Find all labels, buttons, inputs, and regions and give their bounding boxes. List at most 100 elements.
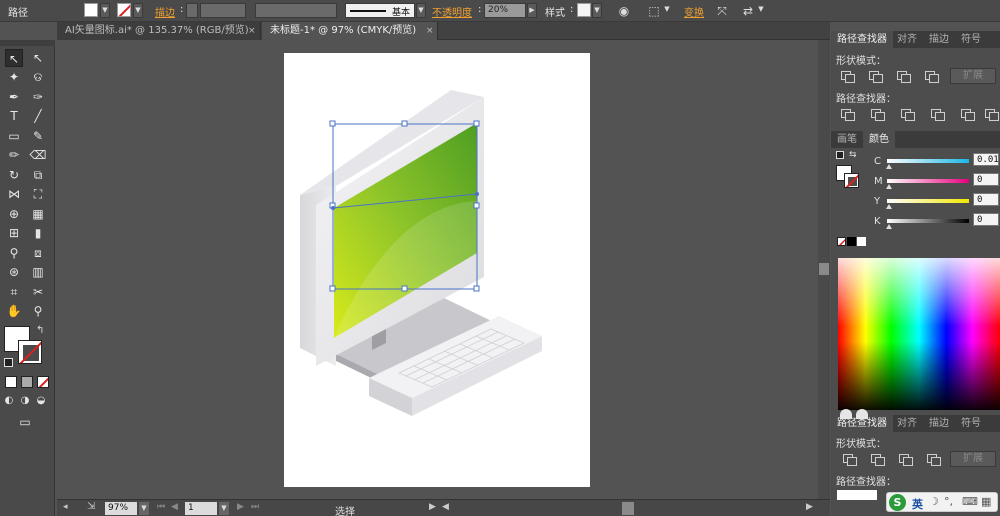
type-tool-icon[interactable]: T: [5, 107, 23, 125]
intersect-button-icon[interactable]: [895, 69, 911, 83]
opacity-label-link[interactable]: 不透明度: [432, 4, 472, 19]
swap-icon[interactable]: ⇆: [849, 150, 857, 160]
stroke-label-link[interactable]: 描边: [155, 4, 175, 19]
rotate-tool-icon[interactable]: ↻: [5, 166, 23, 184]
channel-y-thumb[interactable]: [886, 204, 892, 209]
zoom-tool-icon[interactable]: ⚲: [29, 302, 47, 320]
recolor-artwork-icon[interactable]: ◉: [616, 3, 632, 19]
ime-language-label[interactable]: 英: [912, 496, 923, 512]
artboard-dropdown-icon[interactable]: ▼: [219, 502, 229, 515]
default-colors-icon[interactable]: [4, 358, 13, 367]
ime-moon-icon[interactable]: ☽: [929, 495, 939, 508]
channel-y-field[interactable]: 0: [973, 193, 999, 206]
panel-stroke-swatch[interactable]: [844, 173, 859, 188]
tab-pathfinder[interactable]: 路径查找器: [831, 31, 893, 48]
draw-inside-icon[interactable]: ◒: [34, 392, 48, 410]
channel-m-slider[interactable]: [887, 179, 969, 183]
line-tool-icon[interactable]: ╱: [29, 107, 47, 125]
tab-symbols[interactable]: 符号: [955, 31, 987, 48]
zoom-field[interactable]: 97%: [105, 502, 137, 515]
ime-keyboard-icon[interactable]: ⌨: [962, 495, 978, 508]
direct-selection-tool-icon[interactable]: ↖: [29, 49, 47, 67]
panel-drag-handle-icon[interactable]: [856, 409, 868, 419]
channel-k-field[interactable]: 0: [973, 213, 999, 226]
variable-width-dropdown[interactable]: [255, 3, 337, 18]
blend-tool-icon[interactable]: ⧈: [29, 244, 47, 262]
stroke-swatch[interactable]: [117, 3, 131, 17]
unite-button-icon[interactable]: [839, 69, 855, 83]
draw-behind-icon[interactable]: ◑: [18, 392, 32, 410]
exclude-button-icon[interactable]: [923, 69, 939, 83]
slice-tool-icon[interactable]: ✂: [29, 283, 47, 301]
tab-align[interactable]: 对齐: [891, 415, 923, 432]
last-artboard-icon[interactable]: ⏭: [251, 502, 259, 512]
free-transform-tool-icon[interactable]: ⛶: [29, 185, 47, 203]
scroll-left-icon[interactable]: ◀: [442, 502, 449, 512]
next-artboard-icon[interactable]: ▶: [237, 502, 244, 512]
toolbox-grip[interactable]: [0, 40, 55, 46]
canvas-vertical-scrollbar[interactable]: [818, 40, 830, 499]
flip-dropdown-icon[interactable]: ▼: [756, 3, 766, 18]
artboard[interactable]: [284, 53, 590, 487]
curvature-tool-icon[interactable]: ✑: [29, 88, 47, 106]
rectangle-tool-icon[interactable]: ▭: [5, 127, 23, 145]
minus-front-button-icon[interactable]: [869, 452, 885, 466]
graphic-style-swatch[interactable]: [577, 3, 591, 17]
tab-color[interactable]: 颜色: [863, 131, 895, 148]
transform-label-link[interactable]: 变换: [684, 4, 704, 19]
hand-tool-icon[interactable]: ✋: [5, 302, 23, 320]
flip-icon[interactable]: ⇄: [740, 3, 756, 19]
align-options-icon[interactable]: ⬚: [646, 3, 662, 19]
channel-y-slider[interactable]: [887, 199, 969, 203]
width-tool-icon[interactable]: ⋈: [5, 185, 23, 203]
channel-c-slider[interactable]: [887, 159, 969, 163]
brush-dropdown-icon[interactable]: ▼: [416, 3, 426, 18]
scrollbar-thumb[interactable]: [819, 263, 829, 275]
horizontal-scrollbar-thumb[interactable]: [622, 502, 634, 515]
fill-dropdown-icon[interactable]: ▼: [100, 3, 110, 18]
scroll-right-icon[interactable]: ▶: [806, 502, 813, 512]
black-color-icon[interactable]: [847, 237, 856, 246]
lasso-tool-icon[interactable]: ଡ: [29, 68, 47, 86]
ime-punct-icon[interactable]: °,: [944, 495, 953, 508]
stroke-dropdown-icon[interactable]: ▼: [133, 3, 143, 18]
default-colors-icon[interactable]: [836, 151, 844, 159]
opacity-dropdown-icon[interactable]: ▶: [527, 3, 537, 18]
tab-stroke[interactable]: 描边: [923, 415, 955, 432]
expand-button[interactable]: 扩展: [950, 68, 996, 84]
merge-button-icon[interactable]: [899, 107, 915, 121]
channel-c-field[interactable]: 0.01: [973, 153, 999, 166]
prev-artboard-icon[interactable]: ◀: [171, 502, 178, 512]
close-icon[interactable]: ×: [426, 22, 434, 40]
paintbrush-tool-icon[interactable]: ✎: [29, 127, 47, 145]
color-mode-icon[interactable]: [5, 376, 17, 388]
magic-wand-tool-icon[interactable]: ✦: [5, 68, 23, 86]
brush-definition-dropdown[interactable]: 基本: [345, 3, 415, 18]
none-color-icon[interactable]: [837, 237, 846, 246]
doc-tab-untitled[interactable]: 未标题-1* @ 97% (CMYK/预览) ×: [262, 22, 438, 40]
tab-symbols[interactable]: 符号: [955, 415, 987, 432]
perspective-grid-tool-icon[interactable]: ▦: [29, 205, 47, 223]
style-dropdown-icon[interactable]: ▼: [592, 3, 602, 18]
crop-button-icon[interactable]: [929, 107, 945, 121]
close-icon[interactable]: ×: [248, 22, 256, 40]
color-spectrum[interactable]: [838, 258, 1000, 410]
intersect-button-icon[interactable]: [897, 452, 913, 466]
shape-builder-tool-icon[interactable]: ⊕: [5, 205, 23, 223]
transform-each-icon[interactable]: ⤧: [714, 3, 730, 19]
artboard-tool-icon[interactable]: ⌗: [5, 283, 23, 301]
panel-drag-handle-icon[interactable]: [840, 409, 852, 419]
selection-tool-icon[interactable]: ↖: [5, 49, 23, 67]
tab-align[interactable]: 对齐: [891, 31, 923, 48]
outline-button-icon[interactable]: [959, 107, 975, 121]
ime-toolbar[interactable]: S 英 ☽ °, ⌨ ▦: [886, 492, 998, 512]
first-artboard-icon[interactable]: ⏮: [157, 502, 165, 512]
divide-button-icon[interactable]: [839, 107, 855, 121]
stroke-weight-spinner[interactable]: [186, 3, 198, 18]
artboard-number-field[interactable]: 1: [185, 502, 217, 515]
status-bar-menu-icon[interactable]: ◂: [63, 502, 68, 512]
doc-tab-ai-vector-icon[interactable]: AI矢量图标.ai* @ 135.37% (RGB/预览) ×: [57, 22, 261, 40]
gradient-tool-icon[interactable]: ▮: [29, 224, 47, 242]
opacity-field[interactable]: 20%: [484, 3, 526, 18]
mesh-tool-icon[interactable]: ⊞: [5, 224, 23, 242]
